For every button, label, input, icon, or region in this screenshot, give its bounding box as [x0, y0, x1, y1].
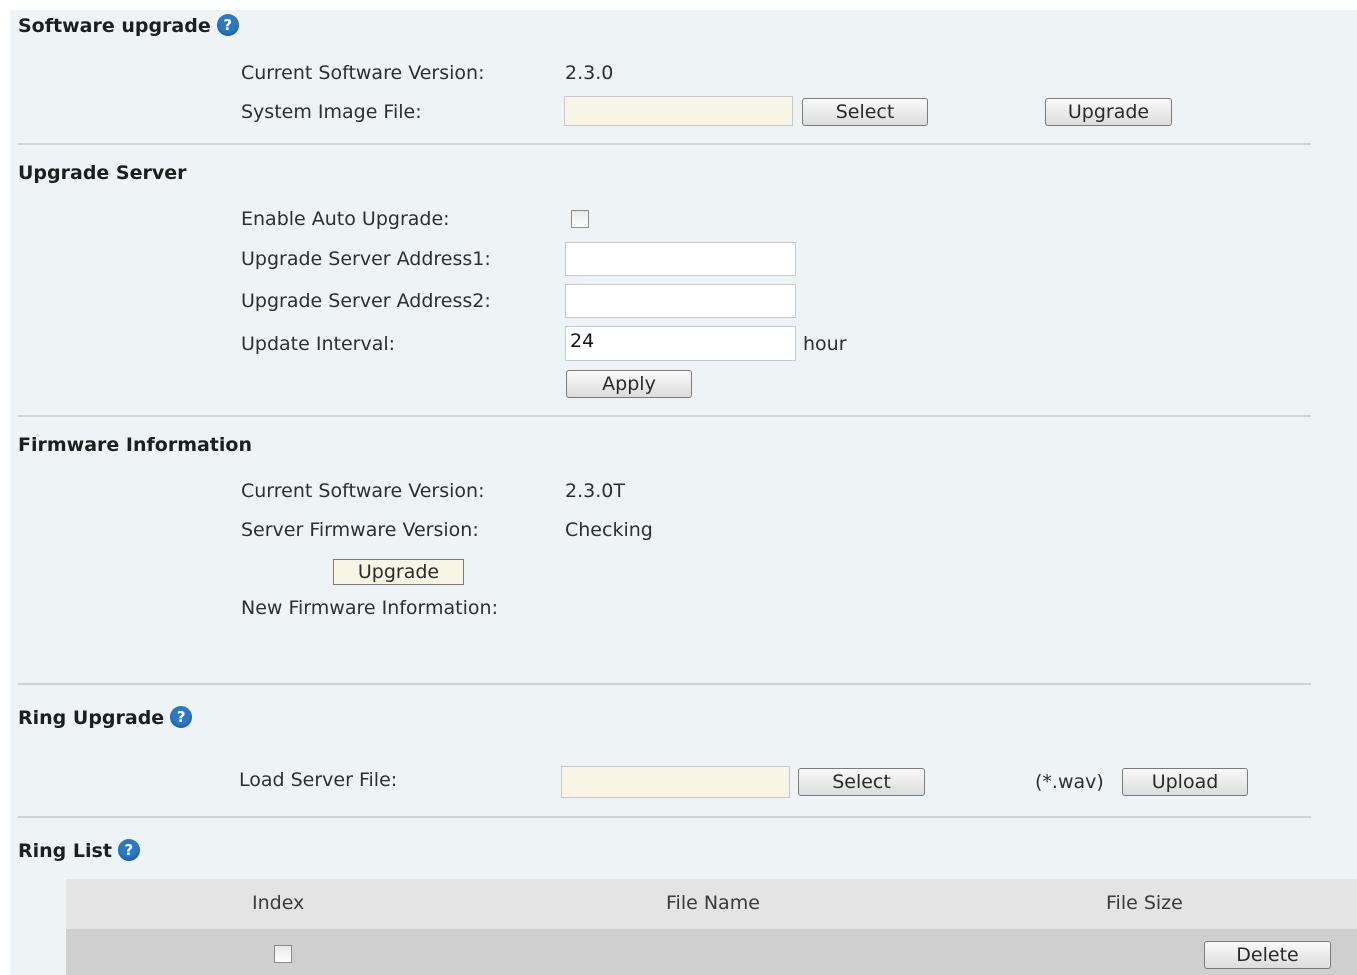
upgrade-server-address2-label: Upgrade Server Address2: — [241, 290, 491, 312]
divider — [18, 683, 1311, 685]
section-title-ring-upgrade: Ring Upgrade? — [18, 706, 193, 729]
new-firmware-information-label: New Firmware Information: — [241, 597, 498, 619]
column-header-file-size: File Size — [1106, 892, 1183, 914]
settings-panel — [10, 10, 1357, 975]
apply-button[interactable]: Apply — [566, 370, 692, 398]
help-icon[interactable]: ? — [117, 839, 140, 861]
software-upgrade-title: Software upgrade — [18, 15, 211, 37]
select-image-button[interactable]: Select — [802, 98, 928, 126]
column-header-index: Index — [252, 892, 305, 914]
ring-list-table-header: Index File Name File Size — [66, 879, 1357, 929]
section-title-upgrade-server: Upgrade Server — [18, 162, 187, 184]
divider — [18, 415, 1311, 417]
select-ring-file-button[interactable]: Select — [798, 768, 925, 796]
server-firmware-version-label: Server Firmware Version: — [241, 519, 479, 541]
section-title-software-upgrade: Software upgrade? — [18, 14, 239, 37]
row-select-checkbox[interactable] — [274, 945, 292, 963]
firmware-current-version-value: 2.3.0T — [565, 480, 625, 502]
help-icon[interactable]: ? — [216, 14, 239, 36]
file-format-hint: (*.wav) — [1035, 771, 1104, 793]
ring-list-title: Ring List — [18, 840, 112, 862]
table-row: Delete — [66, 929, 1357, 975]
update-interval-label: Update Interval: — [241, 333, 396, 355]
ring-upgrade-title: Ring Upgrade — [18, 707, 165, 729]
enable-auto-upgrade-label: Enable Auto Upgrade: — [241, 208, 450, 230]
update-interval-unit: hour — [803, 333, 847, 355]
column-header-file-name: File Name — [666, 892, 760, 914]
enable-auto-upgrade-checkbox[interactable] — [571, 210, 589, 228]
upgrade-server-address1-input[interactable] — [565, 242, 796, 276]
firmware-current-version-label: Current Software Version: — [241, 480, 485, 502]
upgrade-server-address1-label: Upgrade Server Address1: — [241, 248, 491, 270]
upgrade-server-address2-input[interactable] — [565, 284, 796, 318]
server-firmware-version-value: Checking — [565, 519, 653, 541]
help-icon[interactable]: ? — [170, 706, 193, 728]
load-server-file-field[interactable] — [561, 766, 790, 798]
firmware-upgrade-button[interactable]: Upgrade — [333, 559, 464, 585]
section-title-firmware-information: Firmware Information — [18, 434, 252, 456]
delete-button[interactable]: Delete — [1204, 941, 1331, 969]
divider — [18, 816, 1311, 818]
current-software-version-value: 2.3.0 — [565, 62, 614, 84]
software-upgrade-button[interactable]: Upgrade — [1045, 98, 1172, 126]
current-software-version-label: Current Software Version: — [241, 62, 485, 84]
system-image-file-label: System Image File: — [241, 101, 422, 123]
update-interval-input[interactable]: 24 — [565, 326, 796, 361]
upload-button[interactable]: Upload — [1122, 768, 1248, 796]
system-image-file-field[interactable] — [564, 96, 793, 126]
divider — [18, 143, 1311, 145]
section-title-ring-list: Ring List? — [18, 839, 140, 862]
load-server-file-label: Load Server File: — [239, 769, 398, 791]
